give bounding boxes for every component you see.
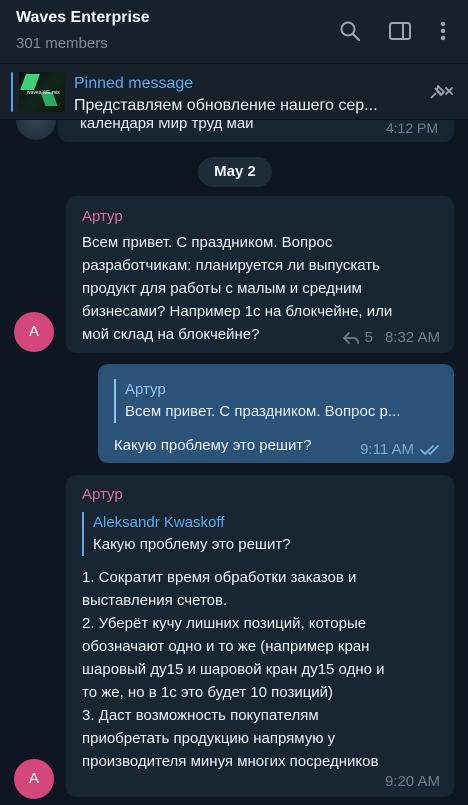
search-icon [340,21,361,42]
message-meta: 9:20 AM [385,773,440,790]
sidebar-toggle-button[interactable] [387,18,413,44]
reply-count[interactable]: 5 [365,329,373,346]
message-time: 9:20 AM [384,773,440,790]
message-time: 8:32 AM [384,329,440,346]
date-separator: May 2 [198,157,272,187]
quote-author: Aleksandr Kwaskoff [93,514,225,531]
pinned-thumbnail: waves WE.mix [19,72,65,112]
member-count: 301 members [16,35,108,52]
pinned-label: Pinned message [74,75,194,92]
pinned-indicator [11,72,13,112]
chat-header[interactable]: Waves Enterprise 301 members [0,0,468,64]
message-time: 4:12 PM [385,120,438,136]
pinned-text: Представляем обновление нашего сер... [74,97,378,114]
pinned-message-bar[interactable]: waves WE.mix Pinned message Представляем… [0,64,468,120]
quote-text: Какую проблему это решит? [93,536,291,553]
unpin-button[interactable] [425,82,455,109]
reply-quote[interactable]: Aleksandr Kwaskoff Какую проблему это ре… [82,512,422,556]
search-button[interactable] [337,18,363,44]
chat-title[interactable]: Waves Enterprise [16,9,150,27]
message-bubble[interactable]: Артур Aleksandr Kwaskoff Какую проблему … [66,475,454,797]
more-button[interactable] [430,18,456,44]
sidebar-toggle-icon [389,22,411,40]
message-bubble-outgoing[interactable]: Артур Всем привет. С праздником. Вопрос … [98,364,454,463]
double-check-icon [420,444,439,455]
message-bubble[interactable]: Артур Всем привет. С праздником. Вопрос … [66,196,454,353]
pinned-thumbnail-caption: waves WE.mix [27,90,60,96]
message-text: Какую проблему это решит? [114,437,312,454]
message-text: 1. Сократит время обработки заказов и вы… [82,569,385,770]
message-time: 9:11 AM [360,441,414,458]
sender-name[interactable]: Артур [82,208,123,225]
quote-author: Артур [125,381,166,398]
unpin-icon [430,85,453,99]
sender-name[interactable]: Артур [82,486,123,503]
message-meta: 9:11 AM [360,441,442,458]
more-vertical-icon [440,21,446,41]
avatar[interactable]: A [14,759,54,799]
avatar[interactable]: A [14,312,54,352]
reply-quote[interactable]: Артур Всем привет. С праздником. Вопрос … [114,379,434,423]
quote-text: Всем привет. С праздником. Вопрос р... [125,403,401,420]
message-meta: 5 8:32 AM [342,329,440,346]
reply-arrow-icon[interactable] [342,331,359,345]
